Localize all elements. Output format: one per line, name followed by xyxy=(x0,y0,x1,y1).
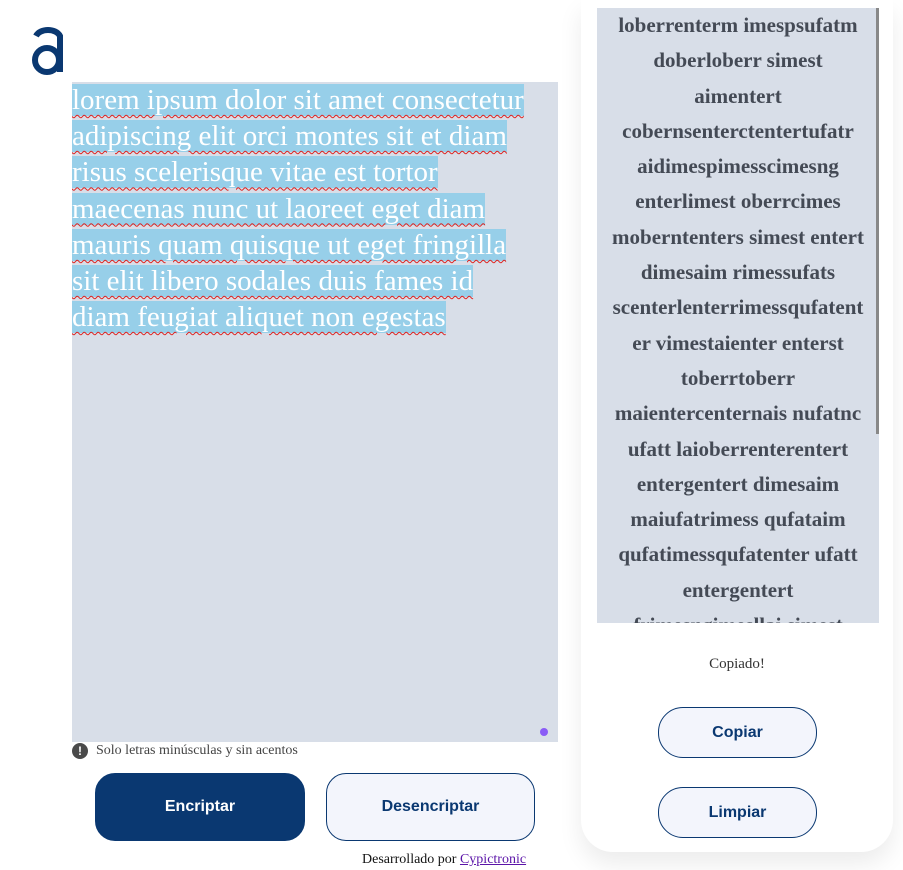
output-line: enterlimest oberrcimes xyxy=(635,189,841,214)
output-line: entergentert dimesaim xyxy=(636,471,840,496)
output-line: doberloberr simest xyxy=(653,48,823,73)
input-text-content: lorem ipsum dolor sit amet consectetur ad… xyxy=(72,82,558,335)
output-line: frimesngimesllai simest xyxy=(597,608,879,623)
copied-status: Copiado! xyxy=(709,656,765,672)
input-line: lorem ipsum dolor sit amet consectetur xyxy=(72,84,524,116)
output-line: maientercenternais nufatnc xyxy=(614,401,862,426)
alura-logo-icon xyxy=(32,27,63,75)
resize-handle[interactable] xyxy=(540,728,548,736)
output-line: cobernsenterctentertufatr xyxy=(622,118,854,143)
output-line: er vimestaienter enterst xyxy=(632,330,844,355)
output-line: entergentert xyxy=(682,577,794,602)
exclamation-circle-icon: ! xyxy=(72,743,88,759)
author-link[interactable]: Cypictronic xyxy=(460,852,526,867)
output-line: dimesaim rimessufats xyxy=(640,260,836,285)
input-line: mauris quam quisque ut eget fringilla xyxy=(72,228,507,261)
output-line: aidimespimesscimesng xyxy=(637,154,839,179)
output-line: scenterlenterrimessqufatent xyxy=(612,295,864,320)
output-textarea[interactable]: loberrenterm imespsufatm doberloberr sime… xyxy=(597,8,879,623)
footer-prefix: Desarrollado por xyxy=(362,852,457,867)
output-line: ufatt laioberrenterentert xyxy=(627,436,849,461)
output-text-content: loberrenterm imespsufatm doberloberr sime… xyxy=(597,8,879,623)
input-line: maecenas nunc ut laoreet eget diam xyxy=(72,192,486,225)
encrypt-button[interactable]: Encriptar xyxy=(95,773,305,841)
input-line: sit elit libero sodales duis fames id xyxy=(72,265,474,298)
output-scrollbar[interactable] xyxy=(876,8,879,434)
input-line: adipiscing elit orci montes sit et diam xyxy=(72,120,507,153)
output-line: maiufatrimess qufataim xyxy=(630,507,846,532)
output-line: moberntenters simest entert xyxy=(612,224,864,249)
output-line: aimentert xyxy=(694,83,782,108)
output-line: toberrtoberr xyxy=(680,365,796,390)
input-hint: ! Solo letras minúsculas y sin acentos xyxy=(72,742,298,760)
decrypt-button[interactable]: Desencriptar xyxy=(326,773,535,841)
footer: Desarrollado por Cypictronic xyxy=(362,852,526,868)
output-line: qufatimessqufatenter ufatt xyxy=(618,542,858,567)
input-line: risus scelerisque vitae est tortor xyxy=(72,156,438,189)
clear-button[interactable]: Limpiar xyxy=(658,787,817,838)
output-line: loberrenterm imespsufatm xyxy=(618,13,858,37)
hint-text: Solo letras minúsculas y sin acentos xyxy=(96,743,298,758)
input-textarea[interactable]: lorem ipsum dolor sit amet consectetur ad… xyxy=(72,82,558,742)
input-line: diam feugiat aliquet non egestas xyxy=(72,301,446,334)
copy-button[interactable]: Copiar xyxy=(658,707,817,758)
